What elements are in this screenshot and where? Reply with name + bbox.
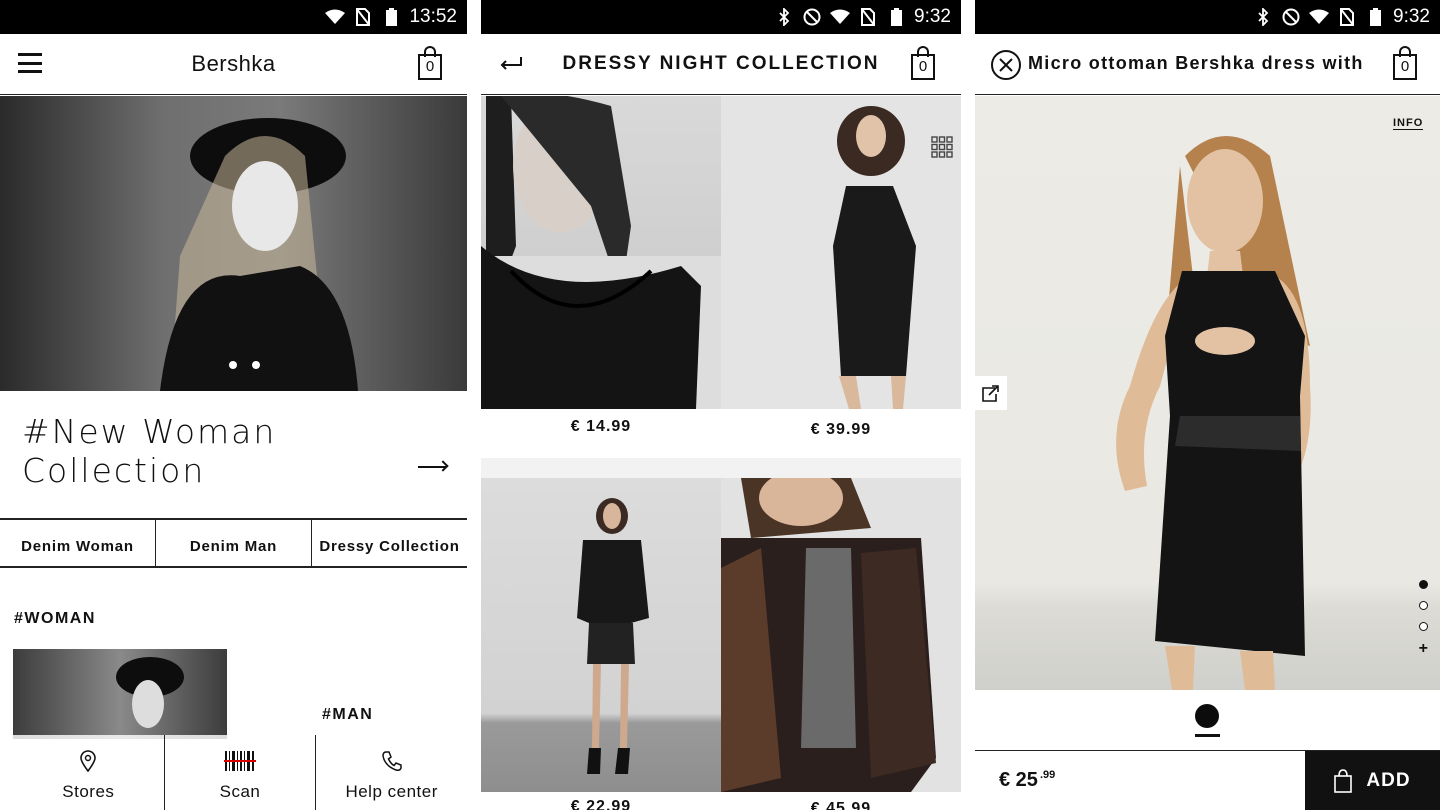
home-screen: 13:52 Bershka 0 #New Woman Collection De… — [0, 0, 467, 810]
product-price-2: € 39.99 — [810, 421, 872, 438]
pager-dot[interactable] — [1418, 622, 1428, 631]
bluetooth-icon — [774, 7, 794, 27]
image-pager: + — [1418, 580, 1428, 657]
nav-stores[interactable]: Stores — [13, 735, 165, 810]
cart-button[interactable]: 0 — [911, 46, 937, 80]
do-not-disturb-icon — [802, 7, 822, 27]
phone-icon — [381, 751, 402, 771]
selected-color-underline — [1195, 734, 1220, 737]
status-bar: 9:32 — [481, 0, 961, 34]
no-sim-icon — [1337, 7, 1357, 27]
product-main-image[interactable]: INFO — [975, 96, 1440, 690]
product-title: Micro ottoman Bershka dress with st — [1028, 53, 1363, 73]
color-swatch-black[interactable] — [1195, 704, 1219, 728]
close-icon[interactable] — [991, 50, 1021, 80]
model-photo — [160, 118, 358, 391]
plus-icon[interactable]: + — [1419, 641, 1428, 657]
hamburger-menu-icon[interactable] — [18, 53, 42, 73]
arrow-right-icon[interactable] — [418, 460, 449, 472]
pager-dot[interactable] — [1418, 601, 1428, 610]
grid-view-icon[interactable] — [931, 136, 953, 158]
top-app-bar: Bershka 0 — [0, 34, 467, 95]
cart-count: 0 — [1400, 58, 1410, 75]
cart-button[interactable]: 0 — [418, 46, 444, 80]
category-denim-woman[interactable]: Denim Woman — [0, 520, 156, 566]
status-time: 9:32 — [1393, 6, 1430, 27]
price-main: € 25 — [999, 769, 1038, 791]
hero-image[interactable] — [0, 96, 467, 391]
bluetooth-icon — [1253, 7, 1273, 27]
wifi-icon — [325, 7, 346, 27]
share-icon[interactable] — [975, 376, 1007, 410]
add-to-cart-button[interactable]: ADD — [1305, 751, 1440, 810]
row-divider — [481, 458, 961, 478]
product-price: € 25.99 — [975, 751, 1305, 810]
info-link[interactable]: INFO — [1393, 117, 1424, 130]
top-app-bar: DRESSY NIGHT COLLECTION 0 — [481, 34, 961, 95]
shopping-bag-icon — [1334, 768, 1353, 793]
cart-count: 0 — [425, 58, 435, 75]
product-image-4[interactable] — [721, 478, 961, 792]
status-time: 13:52 — [409, 6, 457, 27]
nav-scan[interactable]: Scan — [165, 735, 317, 810]
section-man-title: #MAN — [322, 706, 374, 723]
cart-count: 0 — [918, 58, 928, 75]
product-image-1[interactable] — [481, 96, 721, 409]
product-image-2[interactable] — [721, 96, 961, 409]
product-price-3: € 22.99 — [570, 798, 632, 810]
category-dressy-collection[interactable]: Dressy Collection — [312, 520, 467, 566]
product-price-1: € 14.99 — [570, 418, 632, 435]
status-bar: 13:52 — [0, 0, 467, 34]
status-bar: 9:32 — [975, 0, 1440, 34]
price-cents: .99 — [1039, 768, 1056, 781]
battery-icon — [1365, 7, 1385, 27]
bottom-navigation: Stores Scan Help center — [13, 735, 467, 810]
nav-help-center[interactable]: Help center — [316, 735, 467, 810]
battery-icon — [381, 7, 401, 27]
color-selector[interactable] — [1195, 704, 1220, 738]
battery-icon — [886, 7, 906, 27]
app-title: Bershka — [191, 51, 276, 76]
product-price-4: € 45.99 — [810, 800, 872, 810]
collection-title: DRESSY NIGHT COLLECTION — [562, 53, 880, 74]
category-tabs: Denim Woman Denim Man Dressy Collection — [0, 518, 467, 568]
back-arrow-icon[interactable] — [499, 56, 523, 70]
collection-screen: 9:32 DRESSY NIGHT COLLECTION 0 € 14.99 €… — [481, 0, 961, 810]
product-image-3[interactable] — [481, 478, 721, 792]
do-not-disturb-icon — [1281, 7, 1301, 27]
no-sim-icon — [353, 7, 373, 27]
cart-button[interactable]: 0 — [1393, 46, 1419, 80]
category-denim-man[interactable]: Denim Man — [156, 520, 312, 566]
barcode-icon — [224, 751, 256, 771]
woman-thumbnail[interactable] — [13, 649, 227, 739]
status-time: 9:32 — [914, 6, 951, 27]
hero-title[interactable]: #New Woman Collection — [22, 412, 467, 490]
top-app-bar: Micro ottoman Bershka dress with st 0 — [975, 34, 1440, 95]
wifi-icon — [830, 7, 851, 27]
no-sim-icon — [858, 7, 878, 27]
pager-dot-active[interactable] — [1418, 580, 1428, 589]
wifi-icon — [1309, 7, 1330, 27]
section-woman-title: #WOMAN — [14, 610, 96, 627]
location-pin-icon — [80, 750, 97, 772]
purchase-bar: € 25.99 ADD — [975, 750, 1440, 810]
product-detail-screen: 9:32 Micro ottoman Bershka dress with st… — [975, 0, 1440, 810]
